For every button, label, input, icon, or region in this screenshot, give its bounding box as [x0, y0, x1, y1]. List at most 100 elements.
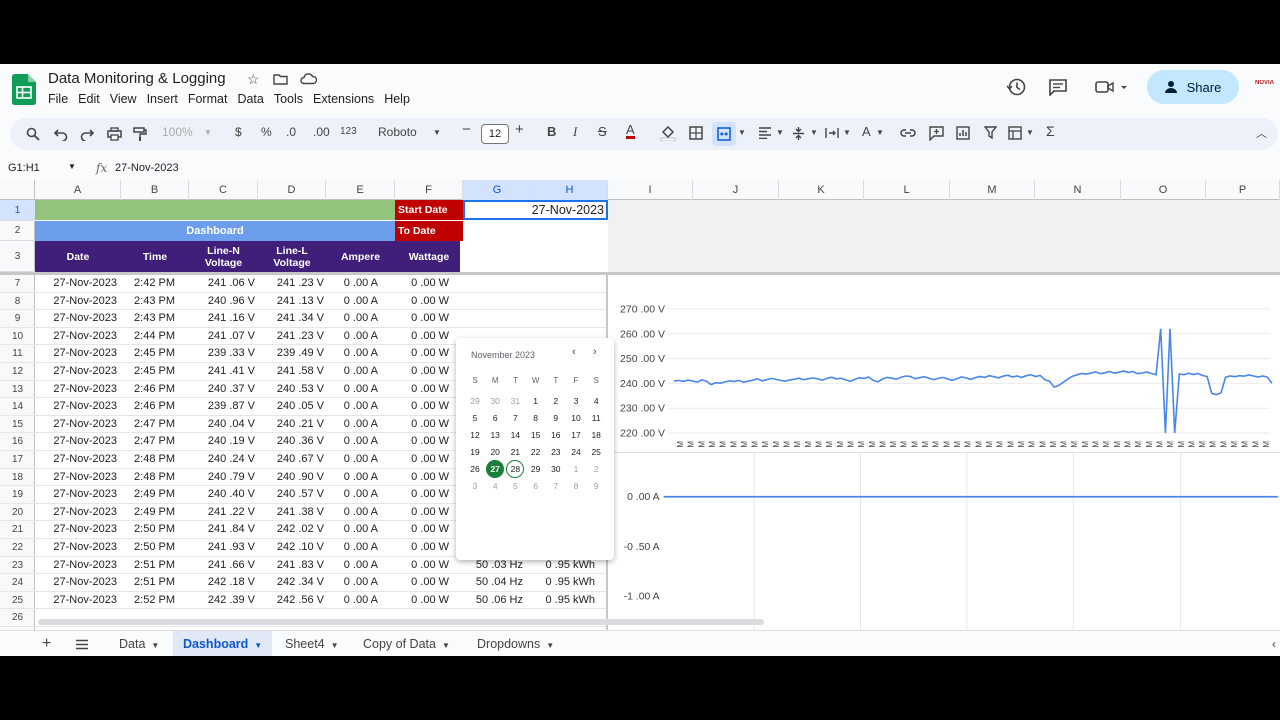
sheet-tab-menu-icon[interactable]: ▼ — [546, 641, 554, 650]
column-header-l[interactable]: L — [864, 180, 950, 200]
cell-ampere[interactable]: 0 .00 A — [326, 521, 378, 539]
cell-wattage[interactable]: 0 .00 W — [395, 275, 449, 293]
calendar-day[interactable]: 16 — [547, 426, 565, 444]
cell-time[interactable]: 2:51 PM — [121, 557, 175, 575]
cell-time[interactable]: 2:45 PM — [121, 345, 175, 363]
calendar-day[interactable]: 21 — [506, 443, 524, 461]
zoom-dropdown-icon[interactable]: ▼ — [204, 128, 212, 137]
cell-date[interactable]: 27-Nov-2023 — [35, 504, 117, 522]
calendar-day[interactable]: 9 — [547, 409, 565, 427]
cell-line-l-voltage[interactable]: 242 .56 V — [258, 592, 324, 610]
functions-icon[interactable]: Σ — [1046, 123, 1055, 139]
italic-icon[interactable]: I — [573, 124, 577, 140]
calendar-day[interactable]: 10 — [567, 409, 585, 427]
name-box-dropdown-icon[interactable]: ▼ — [68, 162, 76, 171]
horizontal-scrollbar[interactable] — [38, 619, 764, 625]
row-header-12[interactable]: 12 — [0, 363, 35, 381]
cell-time[interactable]: 2:50 PM — [121, 521, 175, 539]
column-header-k[interactable]: K — [779, 180, 864, 200]
sheet-tab-menu-icon[interactable]: ▼ — [442, 641, 450, 650]
move-folder-icon[interactable] — [273, 73, 288, 85]
cell-line-l-voltage[interactable]: 240 .57 V — [258, 486, 324, 504]
row-header-11[interactable]: 11 — [0, 345, 35, 363]
calendar-day[interactable]: 1 — [567, 460, 585, 478]
cell-line-l-voltage[interactable]: 240 .21 V — [258, 416, 324, 434]
cell-line-l-voltage[interactable]: 241 .13 V — [258, 293, 324, 311]
cell-date[interactable]: 27-Nov-2023 — [35, 469, 117, 487]
zoom-select[interactable]: 100% — [162, 125, 193, 139]
calendar-day[interactable]: 11 — [587, 409, 605, 427]
font-family-select[interactable]: Roboto — [378, 125, 417, 139]
green-banner-cell[interactable] — [35, 200, 395, 220]
cell-time[interactable]: 2:46 PM — [121, 381, 175, 399]
cell-line-n-voltage[interactable]: 240 .79 V — [189, 469, 255, 487]
calendar-day[interactable]: 5 — [466, 409, 484, 427]
cell-date[interactable]: 27-Nov-2023 — [35, 574, 117, 592]
sheet-tab-data[interactable]: Data ▼ — [109, 631, 169, 656]
calendar-day[interactable]: 4 — [486, 477, 504, 495]
cell-frequency[interactable] — [463, 310, 523, 328]
cell-line-n-voltage[interactable]: 241 .84 V — [189, 521, 255, 539]
cell-line-n-voltage[interactable]: 241 .22 V — [189, 504, 255, 522]
row-header-23[interactable]: 23 — [0, 557, 35, 575]
text-color-icon[interactable]: A — [626, 123, 635, 139]
row-header-17[interactable]: 17 — [0, 451, 35, 469]
column-header-i[interactable]: I — [608, 180, 693, 200]
cell-time[interactable]: 2:51 PM — [121, 574, 175, 592]
cell-time[interactable]: 2:43 PM — [121, 310, 175, 328]
cell-wattage[interactable]: 0 .00 W — [395, 293, 449, 311]
cell-line-n-voltage[interactable]: 240 .04 V — [189, 416, 255, 434]
calendar-day[interactable]: 8 — [527, 409, 545, 427]
cell-energy[interactable] — [532, 275, 595, 293]
insert-chart-icon[interactable] — [956, 126, 970, 140]
header-date[interactable]: Date — [35, 241, 121, 272]
insert-link-icon[interactable] — [900, 128, 916, 138]
formula-input[interactable]: 27-Nov-2023 — [115, 162, 179, 174]
row-header-24[interactable]: 24 — [0, 574, 35, 592]
cell-ampere[interactable]: 0 .00 A — [326, 574, 378, 592]
cell-line-l-voltage[interactable]: 241 .23 V — [258, 275, 324, 293]
cell-wattage[interactable]: 0 .00 W — [395, 557, 449, 575]
create-filter-icon[interactable] — [984, 126, 997, 140]
sheet-tab-dropdowns[interactable]: Dropdowns ▼ — [467, 631, 564, 656]
cell-line-n-voltage[interactable]: 241 .41 V — [189, 363, 255, 381]
spreadsheet-grid[interactable]: A B C D E F G H I J K L M N O P 1 2 3 78… — [0, 180, 1280, 630]
cell-line-n-voltage[interactable]: 240 .96 V — [189, 293, 255, 311]
sheet-tab-menu-icon[interactable]: ▼ — [151, 641, 159, 650]
calendar-day[interactable]: 9 — [587, 477, 605, 495]
calendar-day[interactable]: 20 — [486, 443, 504, 461]
document-title[interactable]: Data Monitoring & Logging — [48, 70, 226, 87]
next-month-icon[interactable]: › — [593, 346, 597, 358]
cell-wattage[interactable]: 0 .00 W — [395, 451, 449, 469]
cell-wattage[interactable]: 0 .00 W — [395, 416, 449, 434]
cell-line-n-voltage[interactable]: 240 .37 V — [189, 381, 255, 399]
cell-ampere[interactable]: 0 .00 A — [326, 504, 378, 522]
merge-cells-button[interactable] — [712, 122, 736, 146]
cell-wattage[interactable]: 0 .00 W — [395, 469, 449, 487]
menu-edit[interactable]: Edit — [73, 92, 105, 106]
row-header-15[interactable]: 15 — [0, 416, 35, 434]
calendar-day[interactable]: 5 — [506, 477, 524, 495]
select-all-corner[interactable] — [0, 180, 35, 200]
row-header-16[interactable]: 16 — [0, 433, 35, 451]
calendar-day[interactable]: 29 — [466, 392, 484, 410]
cell-date[interactable]: 27-Nov-2023 — [35, 293, 117, 311]
calendar-day[interactable]: 8 — [567, 477, 585, 495]
filter-views-dropdown-icon[interactable]: ▼ — [1026, 128, 1034, 137]
calendar-day[interactable]: 18 — [587, 426, 605, 444]
cell-line-n-voltage[interactable]: 241 .06 V — [189, 275, 255, 293]
previous-month-icon[interactable]: ‹ — [572, 346, 576, 358]
font-dropdown-icon[interactable]: ▼ — [433, 128, 441, 137]
cell-wattage[interactable]: 0 .00 W — [395, 345, 449, 363]
format-currency-button[interactable]: $ — [235, 125, 242, 139]
menu-extensions[interactable]: Extensions — [308, 92, 379, 106]
cell-date[interactable]: 27-Nov-2023 — [35, 539, 117, 557]
cell-time[interactable]: 2:47 PM — [121, 433, 175, 451]
cell-time[interactable]: 2:49 PM — [121, 486, 175, 504]
cell-date[interactable]: 27-Nov-2023 — [35, 398, 117, 416]
calendar-day[interactable]: 3 — [567, 392, 585, 410]
menu-data[interactable]: Data — [232, 92, 268, 106]
cell-date[interactable]: 27-Nov-2023 — [35, 328, 117, 346]
cell-line-l-voltage[interactable]: 242 .02 V — [258, 521, 324, 539]
calendar-day[interactable]: 22 — [527, 443, 545, 461]
